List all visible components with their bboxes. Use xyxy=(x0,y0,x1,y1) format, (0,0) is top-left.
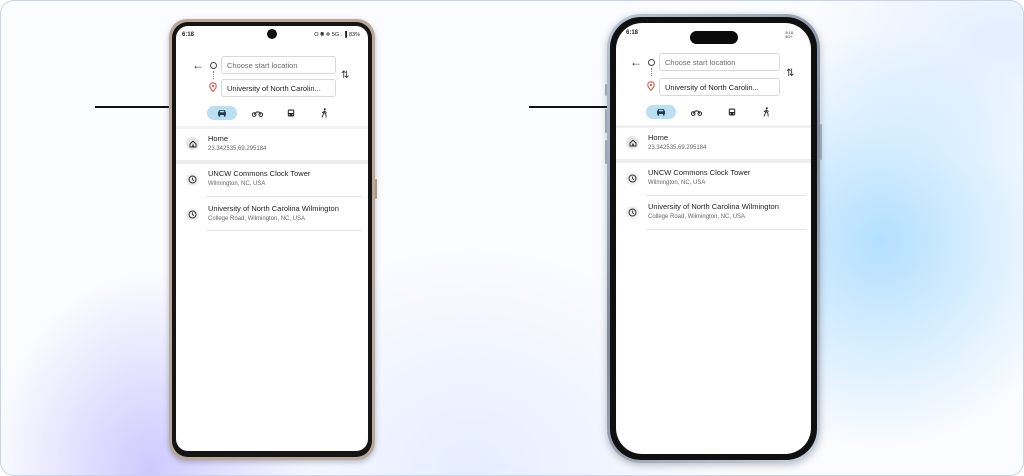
row-divider xyxy=(646,229,806,230)
route-dots xyxy=(651,68,653,76)
dynamic-island xyxy=(689,31,738,44)
status-time: 6:18 xyxy=(626,30,639,36)
list-item-subtitle: 23.342535,69.295184 xyxy=(648,145,707,151)
power-button xyxy=(375,179,377,199)
list-item-title: UNCW Commons Clock Tower xyxy=(208,169,311,178)
android-phone: 6:18 ⭘ ◉ ❖ 5G . ▌83% ← Choose start loca… xyxy=(169,19,377,460)
back-arrow-icon[interactable]: ← xyxy=(630,56,642,68)
back-arrow-icon[interactable]: ← xyxy=(192,59,204,71)
history-icon xyxy=(186,208,199,221)
iphone-phone: 6:18 5:18 4G+ ← Choose start location Un… xyxy=(605,14,822,463)
list-item-subtitle: 23.342535,69.295184 xyxy=(208,146,267,152)
list-item-title: Home xyxy=(208,134,229,143)
history-icon xyxy=(626,172,639,185)
list-item-subtitle: College Road, Wilmington, NC, USA xyxy=(648,214,746,220)
row-divider xyxy=(646,195,806,196)
car-icon xyxy=(218,110,226,117)
results-top-separator xyxy=(616,125,811,128)
origin-dot-icon xyxy=(210,62,217,69)
route-dots xyxy=(213,71,215,79)
iphone-screen: 6:18 5:18 4G+ ← Choose start location Un… xyxy=(616,23,811,454)
list-item[interactable]: Home 23.342535,69.295184 xyxy=(616,130,811,158)
start-location-input[interactable]: Choose start location xyxy=(221,56,336,74)
status-bar: 6:18 5:18 4G+ xyxy=(616,23,811,45)
mode-walk[interactable] xyxy=(316,106,332,120)
home-icon xyxy=(626,136,639,149)
walk-icon xyxy=(321,108,327,118)
list-item-subtitle: Wilmington, NC, USA xyxy=(208,181,266,187)
motorcycle-icon xyxy=(251,111,263,117)
status-indicators: ⭘ ◉ ❖ 5G . ▌83% xyxy=(314,32,360,38)
mode-transit[interactable] xyxy=(283,106,299,120)
action-button xyxy=(605,84,607,96)
home-icon xyxy=(186,137,199,150)
destination-pin-icon xyxy=(647,81,655,91)
volume-up-button xyxy=(605,109,607,133)
destination-pin-icon xyxy=(209,82,217,92)
status-time: 6:18 xyxy=(182,32,195,38)
list-item[interactable]: Home 23.342535,69.295184 xyxy=(176,131,368,159)
list-item-title: Home xyxy=(648,133,669,142)
origin-dot-icon xyxy=(648,59,655,66)
list-item-title: University of North Carolina Wilmington xyxy=(208,204,339,213)
mode-motorcycle[interactable] xyxy=(687,105,705,119)
mode-car[interactable] xyxy=(207,106,237,120)
list-item-title: UNCW Commons Clock Tower xyxy=(648,168,751,177)
transit-icon xyxy=(287,109,295,116)
results-top-separator xyxy=(176,126,368,129)
motorcycle-icon xyxy=(690,110,702,116)
mode-motorcycle[interactable] xyxy=(248,106,266,120)
walk-icon xyxy=(763,107,769,117)
front-camera xyxy=(267,29,277,39)
transit-icon xyxy=(728,108,736,115)
list-item[interactable]: University of North Carolina Wilmington … xyxy=(616,199,811,229)
side-button xyxy=(820,124,822,160)
list-item[interactable]: UNCW Commons Clock Tower Wilmington, NC,… xyxy=(616,165,811,195)
row-divider xyxy=(206,230,362,231)
mode-car[interactable] xyxy=(646,105,676,119)
car-icon xyxy=(657,109,665,116)
status-bar: 6:18 ⭘ ◉ ❖ 5G . ▌83% xyxy=(176,26,368,42)
presentation-canvas: 6:18 ⭘ ◉ ❖ 5G . ▌83% ← Choose start loca… xyxy=(0,0,1024,476)
list-item-subtitle: College Road, Wilmington, NC, USA xyxy=(208,216,306,222)
list-item-title: University of North Carolina Wilmington xyxy=(648,202,779,211)
status-indicators: 5:18 4G+ xyxy=(785,30,793,39)
destination-input[interactable]: University of North Carolin... xyxy=(659,78,780,96)
history-icon xyxy=(626,206,639,219)
history-icon xyxy=(186,173,199,186)
list-item-subtitle: Wilmington, NC, USA xyxy=(648,180,706,186)
list-item[interactable]: University of North Carolina Wilmington … xyxy=(176,201,368,231)
mode-transit[interactable] xyxy=(724,105,740,119)
section-separator xyxy=(176,160,368,164)
mode-walk[interactable] xyxy=(758,105,774,119)
swap-icon[interactable]: ⇅ xyxy=(341,70,349,81)
row-divider xyxy=(206,196,362,197)
swap-icon[interactable]: ⇅ xyxy=(786,68,794,79)
destination-input[interactable]: University of North Carolin... xyxy=(221,79,336,97)
volume-down-button xyxy=(605,140,607,164)
section-separator xyxy=(616,159,811,163)
list-item[interactable]: UNCW Commons Clock Tower Wilmington, NC,… xyxy=(176,166,368,196)
android-screen: 6:18 ⭘ ◉ ❖ 5G . ▌83% ← Choose start loca… xyxy=(176,26,368,451)
start-location-input[interactable]: Choose start location xyxy=(659,53,780,71)
